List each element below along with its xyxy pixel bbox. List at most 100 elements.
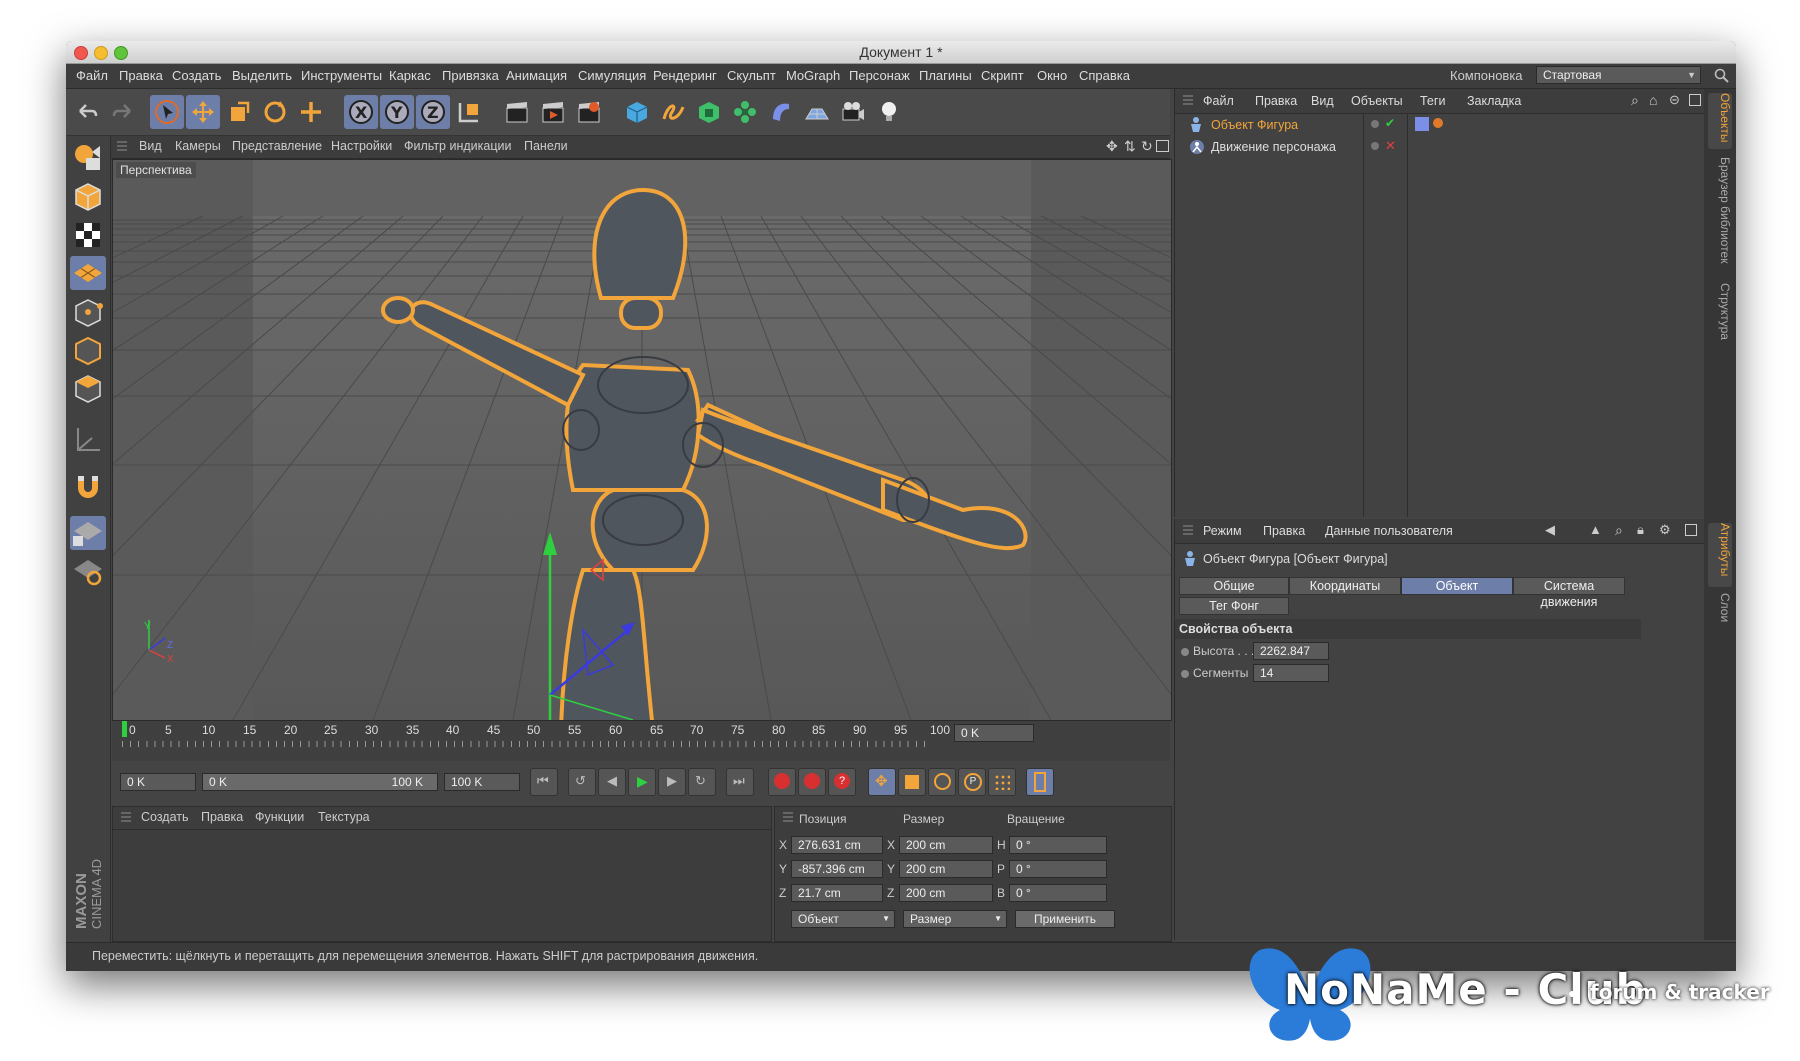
object-row[interactable]: Движение персонажа ✕ [1175,137,1705,157]
axis-mode-button[interactable] [70,422,106,456]
x-axis-button[interactable]: X [344,95,378,129]
goto-end-button[interactable]: ⏭ [726,768,754,796]
viewport-menu-options[interactable]: Настройки [331,139,392,153]
viewport-camera-label[interactable]: Перспектива [116,162,196,178]
tab-motion-system[interactable]: Система движения [1513,577,1625,609]
om-menu-bookmarks[interactable]: Закладка [1467,94,1521,108]
undo-button[interactable] [70,95,104,129]
tab-phong[interactable]: Тег Фонг [1179,597,1289,615]
side-tab-structure[interactable]: Структура [1708,283,1732,347]
deformer-button[interactable] [764,95,798,129]
arrow-up-icon[interactable]: ▲ [1589,522,1602,537]
pos-y-field[interactable]: -857.396 cm [791,860,883,878]
am-menu-edit[interactable]: Правка [1263,524,1305,538]
edges-mode-button[interactable] [70,334,106,368]
next-frame-button[interactable]: ▶ [658,768,686,796]
workplane-mode-button[interactable] [70,256,106,290]
pos-z-field[interactable]: 21.7 cm [791,884,883,902]
make-editable-button[interactable] [70,140,106,174]
menu-create[interactable]: Создать [172,68,221,83]
menu-animate[interactable]: Анимация [506,68,567,83]
goto-start-button[interactable]: ⏮ [530,768,558,796]
workplane-lock-button[interactable] [70,516,106,550]
viewport-menu-display[interactable]: Представление [232,139,322,153]
layout-select[interactable]: Стартовая ▼ [1536,66,1701,84]
coordinate-system-button[interactable] [452,95,486,129]
menu-tools[interactable]: Инструменты [301,68,382,83]
next-key-button[interactable]: ↻ [688,768,716,796]
rot-h-field[interactable]: 0 ° [1009,836,1107,854]
coordinate-mode-select[interactable]: Объект ▼ [791,910,895,928]
render-picture-viewer-button[interactable] [536,95,570,129]
start-frame-field[interactable]: 0 K [120,773,196,791]
model-mode-button[interactable] [70,180,106,214]
rotate-tool-button[interactable] [258,95,292,129]
search-icon[interactable]: ⌕ [1631,92,1639,109]
om-menu-tags[interactable]: Теги [1420,94,1445,108]
end-frame-field[interactable]: 100 K [444,773,520,791]
menu-script[interactable]: Скрипт [981,68,1024,83]
key-position-button[interactable]: ✥ [868,768,896,796]
object-name[interactable]: Движение персонажа [1211,140,1336,154]
tab-coordinates[interactable]: Координаты [1289,577,1401,595]
key-scale-button[interactable] [898,768,926,796]
checkmark-icon[interactable]: ✔ [1385,116,1395,130]
prev-frame-button[interactable]: ◀ [598,768,626,796]
menu-mesh[interactable]: Каркас [389,68,431,83]
spline-button[interactable] [656,95,690,129]
tag-icon[interactable] [1415,117,1429,131]
rot-p-field[interactable]: 0 ° [1009,860,1107,878]
nurbs-button[interactable] [692,95,726,129]
viewport-zoom-icon[interactable]: ⇅ [1124,138,1136,155]
viewport-maximize-icon[interactable] [1156,140,1169,152]
play-button[interactable]: ▶ [628,768,656,796]
autokey-button[interactable] [798,768,826,796]
menu-mograph[interactable]: MoGraph [786,68,840,83]
menu-select[interactable]: Выделить [232,68,292,83]
perspective-viewport[interactable]: Y Z X Перспектива [112,159,1172,721]
pos-x-field[interactable]: 276.631 cm [791,836,883,854]
tab-basic[interactable]: Общие [1179,577,1289,595]
workplane-align-button[interactable] [70,554,106,588]
polygons-mode-button[interactable] [70,372,106,406]
points-mode-button[interactable] [70,296,106,330]
side-tab-layers[interactable]: Слои [1708,593,1732,633]
link-icon[interactable]: ⊝ [1669,92,1680,108]
size-mode-select[interactable]: Размер ▼ [903,910,1007,928]
move-tool-button[interactable] [186,95,220,129]
home-icon[interactable]: ⌂ [1649,92,1657,108]
record-keys-button[interactable] [768,768,796,796]
live-selection-button[interactable] [150,95,184,129]
search-icon[interactable] [1714,68,1730,84]
am-menu-user-data[interactable]: Данные пользователя [1325,524,1453,538]
key-parameter-button[interactable]: P [958,768,986,796]
menu-edit[interactable]: Правка [119,68,163,83]
menu-render[interactable]: Рендеринг [653,68,717,83]
om-menu-view[interactable]: Вид [1311,94,1334,108]
z-axis-button[interactable]: Z [416,95,450,129]
viewport-pan-icon[interactable]: ✥ [1106,138,1118,155]
snap-button[interactable] [70,470,106,504]
disabled-x-icon[interactable]: ✕ [1385,138,1396,154]
material-menu-functions[interactable]: Функции [255,810,304,824]
menu-window[interactable]: Окно [1037,68,1067,83]
menu-character[interactable]: Персонаж [849,68,910,83]
material-menu-create[interactable]: Создать [141,810,189,824]
panel-maximize-icon[interactable] [1685,524,1697,536]
settings-icon[interactable]: ⚙︎ [1659,522,1671,538]
menu-sculpt[interactable]: Скульпт [727,68,776,83]
menu-simulate[interactable]: Симуляция [578,68,646,83]
recent-tool-button[interactable] [294,95,328,129]
segments-field[interactable]: 14 [1253,664,1329,682]
size-x-field[interactable]: 200 cm [899,836,993,854]
mograph-cloner-button[interactable] [728,95,762,129]
menu-help[interactable]: Справка [1079,68,1130,83]
key-pla-button[interactable] [988,768,1016,796]
viewport-rotate-icon[interactable]: ↻ [1141,138,1153,155]
timeline-window-button[interactable] [1026,768,1054,796]
side-tab-attributes[interactable]: Атрибуты [1708,523,1732,587]
y-axis-button[interactable]: Y [380,95,414,129]
tag-icon[interactable] [1433,118,1443,128]
apply-button[interactable]: Применить [1015,910,1115,928]
texture-mode-button[interactable] [70,218,106,252]
